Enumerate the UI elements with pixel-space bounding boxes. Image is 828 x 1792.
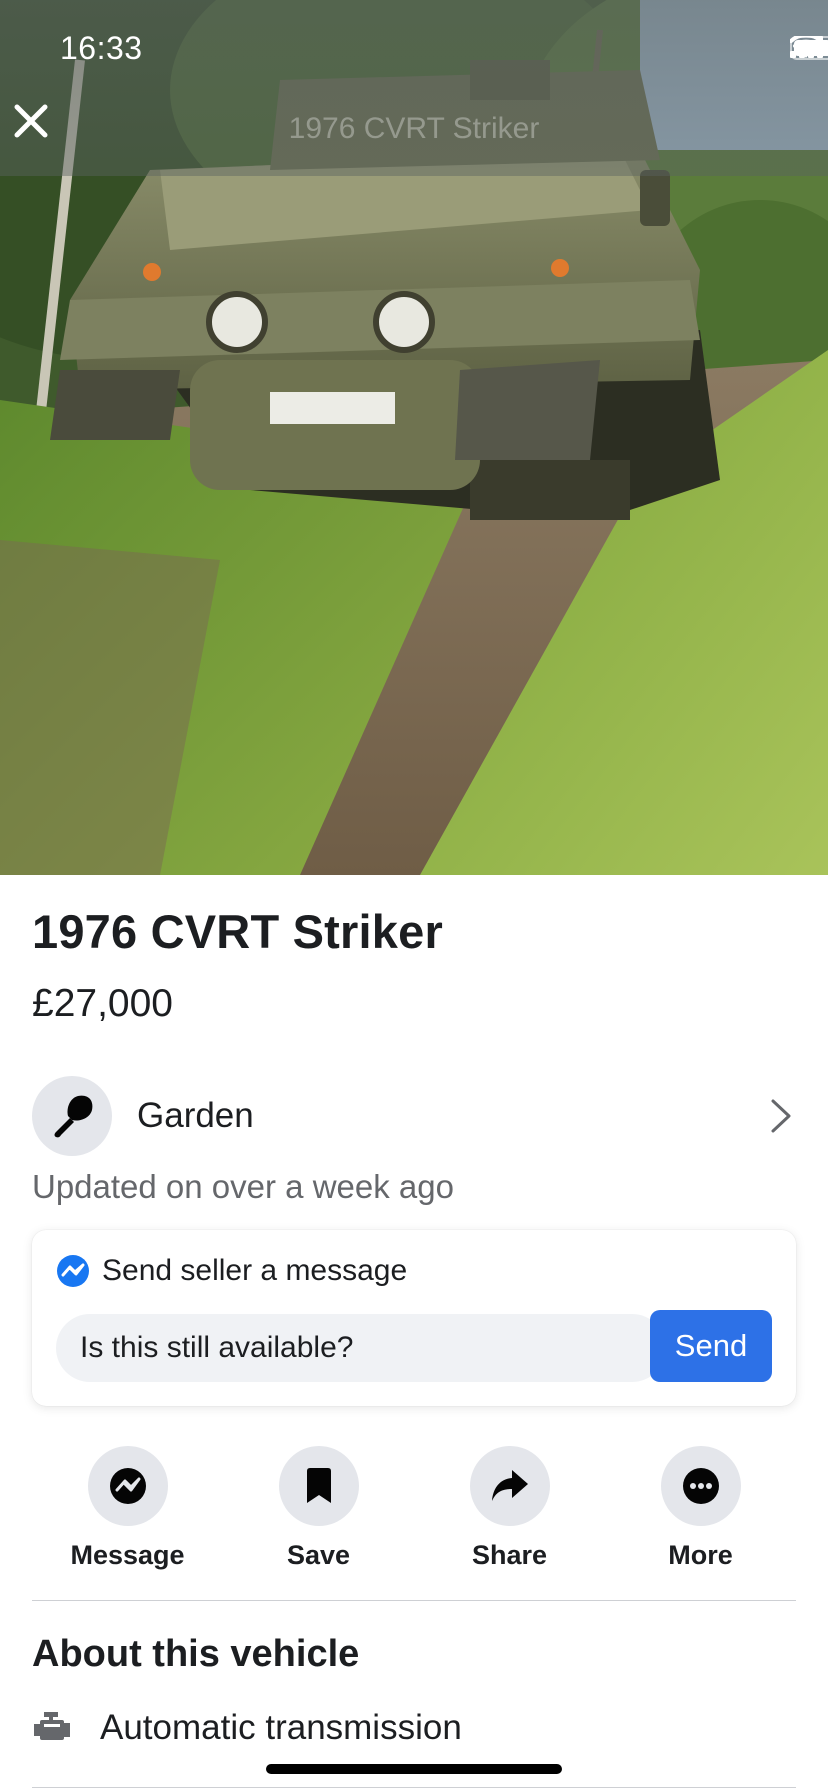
more-action-circle: [660, 1446, 741, 1526]
bookmark-icon: [306, 1468, 331, 1503]
category-row[interactable]: Garden: [32, 1076, 796, 1156]
more-dots-icon: [682, 1468, 719, 1504]
listing-title: 1976 CVRT Striker: [32, 905, 443, 958]
share-arrow-icon: [491, 1470, 528, 1501]
save-action-label: Save: [286, 1540, 351, 1570]
category-icon-circle: [32, 1076, 112, 1156]
spec-transmission: Automatic transmission: [32, 1708, 462, 1748]
message-input[interactable]: Is this still available?: [56, 1314, 666, 1382]
section-divider: [32, 1600, 796, 1601]
message-action-circle: [87, 1446, 168, 1526]
send-button[interactable]: Send: [650, 1310, 772, 1382]
category-label: Garden: [137, 1096, 254, 1135]
trowel-icon: [54, 1095, 93, 1138]
listing-photo[interactable]: 16:33 1976 CVRT Striker: [0, 0, 828, 875]
spec-label: Automatic transmission: [100, 1708, 462, 1747]
battery-icon: [790, 36, 828, 60]
share-action-button[interactable]: Share: [414, 1446, 605, 1571]
more-action-label: More: [668, 1540, 733, 1570]
chevron-right-icon: [771, 1099, 791, 1133]
more-action-button[interactable]: More: [605, 1446, 796, 1571]
share-action-circle: [469, 1446, 550, 1526]
message-action-label: Message: [70, 1540, 185, 1570]
home-indicator[interactable]: [266, 1764, 562, 1774]
message-card-header: Send seller a message: [56, 1254, 407, 1288]
photo-header-overlay: [0, 0, 828, 176]
bottom-divider: [32, 1787, 796, 1788]
share-action-label: Share: [471, 1540, 548, 1570]
status-time: 16:33: [60, 30, 143, 66]
save-action-circle: [278, 1446, 359, 1526]
message-action-button[interactable]: Message: [32, 1446, 223, 1571]
save-action-button[interactable]: Save: [223, 1446, 414, 1571]
messenger-icon: [109, 1468, 146, 1504]
listing-price: £27,000: [32, 982, 173, 1025]
engine-icon: [34, 1712, 70, 1740]
send-message-card: Send seller a message Is this still avai…: [32, 1230, 796, 1406]
about-heading: About this vehicle: [32, 1633, 360, 1675]
message-card-heading: Send seller a message: [102, 1254, 408, 1287]
updated-timestamp: Updated on over a week ago: [32, 1168, 454, 1205]
header-title: 1976 CVRT Striker: [288, 112, 540, 145]
action-bar: Message Save Share More: [32, 1446, 796, 1576]
messenger-icon: [57, 1255, 89, 1287]
